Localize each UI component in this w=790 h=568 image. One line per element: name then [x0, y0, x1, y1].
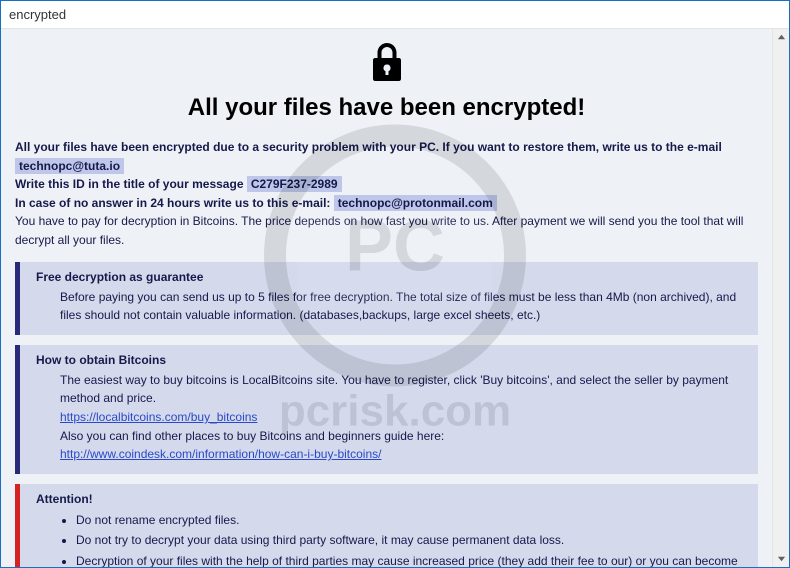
panel-btc-body: The easiest way to buy bitcoins is Local…	[36, 371, 746, 464]
panel-free-decryption: Free decryption as guarantee Before payi…	[15, 262, 758, 335]
panel-attn-list: Do not rename encrypted files. Do not tr…	[36, 510, 746, 567]
content-area: All your files have been encrypted! All …	[1, 29, 789, 567]
panel-btc-title: How to obtain Bitcoins	[36, 353, 746, 367]
intro-block: All your files have been encrypted due t…	[15, 138, 758, 250]
link-localbitcoins[interactable]: https://localbitcoins.com/buy_bitcoins	[60, 410, 257, 424]
app-window: encrypted All your files have been encry…	[0, 0, 790, 568]
intro-line-2: Write this ID in the title of your messa…	[15, 175, 758, 194]
scroll-up-button[interactable]	[773, 29, 790, 46]
list-item: Do not try to decrypt your data using th…	[76, 530, 746, 550]
panel-attention: Attention! Do not rename encrypted files…	[15, 484, 758, 567]
intro-line-1-text: All your files have been encrypted due t…	[15, 140, 722, 154]
window-title: encrypted	[9, 7, 66, 22]
list-item: Decryption of your files with the help o…	[76, 551, 746, 568]
scroll-down-button[interactable]	[773, 550, 790, 567]
vertical-scrollbar[interactable]	[772, 29, 789, 567]
email-2-chip: technopc@protonmail.com	[334, 195, 497, 211]
titlebar: encrypted	[1, 1, 789, 29]
panel-free-title: Free decryption as guarantee	[36, 270, 746, 284]
panel-btc-body1: The easiest way to buy bitcoins is Local…	[60, 373, 728, 406]
intro-line-3: In case of no answer in 24 hours write u…	[15, 194, 758, 213]
panel-obtain-bitcoins: How to obtain Bitcoins The easiest way t…	[15, 345, 758, 474]
lock-icon-wrap	[15, 43, 758, 88]
panel-free-body: Before paying you can send us up to 5 fi…	[36, 288, 746, 325]
lock-icon	[370, 43, 404, 88]
panel-btc-body2: Also you can find other places to buy Bi…	[60, 429, 444, 443]
link-coindesk[interactable]: http://www.coindesk.com/information/how-…	[60, 447, 381, 461]
victim-id-chip: C279F237-2989	[247, 176, 342, 192]
intro-line-2-text: Write this ID in the title of your messa…	[15, 177, 247, 191]
ransom-note: All your files have been encrypted! All …	[1, 29, 772, 567]
intro-line-4: You have to pay for decryption in Bitcoi…	[15, 212, 758, 249]
intro-line-3-text: In case of no answer in 24 hours write u…	[15, 196, 334, 210]
panel-attn-title: Attention!	[36, 492, 746, 506]
list-item: Do not rename encrypted files.	[76, 510, 746, 530]
email-1-chip: technopc@tuta.io	[15, 158, 124, 174]
page-title: All your files have been encrypted!	[15, 94, 758, 122]
intro-line-1: All your files have been encrypted due t…	[15, 138, 758, 175]
